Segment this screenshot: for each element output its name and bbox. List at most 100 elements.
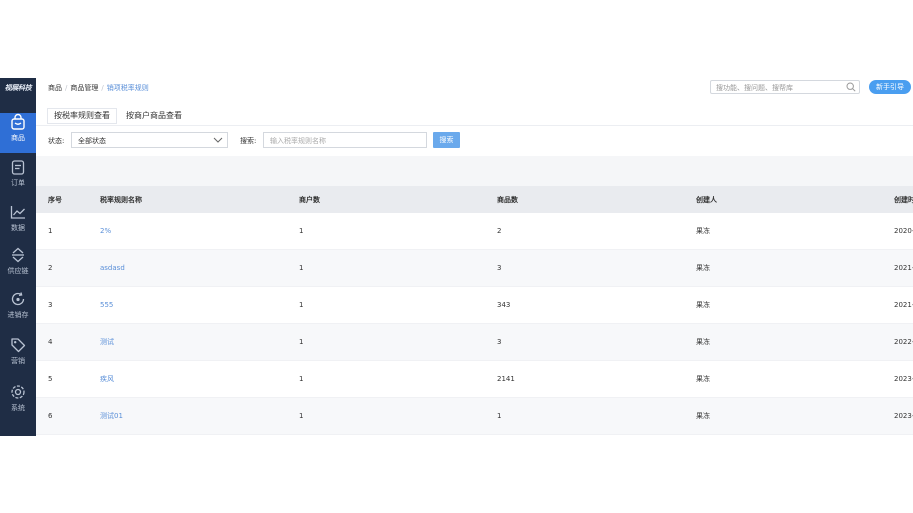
sidebar-item-marketing[interactable]: 营销 bbox=[0, 336, 36, 376]
table-row: 1 2% 1 2 果冻 2020- bbox=[36, 213, 913, 250]
search-button[interactable]: 搜索 bbox=[433, 132, 460, 148]
table-row: 6 测试01 1 1 果冻 2023- bbox=[36, 397, 913, 435]
chevron-down-icon bbox=[213, 137, 223, 143]
sidebar-item-label: 数据 bbox=[11, 224, 25, 232]
cell-index: 6 bbox=[36, 397, 88, 435]
rule-name-link[interactable]: 2% bbox=[100, 227, 111, 235]
order-doc-icon bbox=[11, 160, 25, 175]
main-content: 商品 / 商品管理 / 销项税率规则 搜功能、搜问题、搜帮库 新手引导 按税率规则查看 … bbox=[36, 78, 913, 436]
sidebar-item-data[interactable]: 数据 bbox=[0, 203, 36, 243]
rule-name-link[interactable]: 测试 bbox=[100, 338, 114, 346]
shopping-bag-icon bbox=[11, 113, 25, 130]
cell-rule-name: 疾风 bbox=[88, 360, 287, 398]
table-header-row: 序号 税率规则名称 商户数 商品数 创建人 创建时间 bbox=[36, 186, 913, 213]
column-header-goods-count: 商品数 bbox=[485, 186, 684, 213]
cell-merchant-count: 1 bbox=[287, 397, 485, 435]
cell-creator: 果冻 bbox=[684, 323, 882, 361]
sidebar-item-goods[interactable]: 商品 bbox=[0, 113, 40, 153]
tab-by-tax-rule[interactable]: 按税率规则查看 bbox=[48, 109, 116, 123]
cell-created-time: 2023- bbox=[882, 360, 913, 398]
cell-rule-name: asdasd bbox=[88, 249, 287, 287]
swap-arrows-icon bbox=[12, 247, 24, 263]
guide-button[interactable]: 新手引导 bbox=[869, 80, 911, 94]
cell-goods-count: 3 bbox=[485, 323, 684, 361]
keyword-filter-label: 搜索: bbox=[240, 137, 257, 145]
top-bar: 商品 / 商品管理 / 销项税率规则 搜功能、搜问题、搜帮库 新手引导 bbox=[36, 78, 913, 98]
column-header-created-time: 创建时间 bbox=[882, 186, 913, 213]
breadcrumb: 商品 / 商品管理 / 销项税率规则 bbox=[48, 83, 149, 93]
tax-rule-name-input[interactable]: 输入税率规则名称 bbox=[263, 132, 427, 148]
global-search-input[interactable]: 搜功能、搜问题、搜帮库 bbox=[710, 80, 860, 94]
refresh-box-icon bbox=[11, 292, 25, 306]
cell-index: 1 bbox=[36, 213, 88, 250]
cell-index: 4 bbox=[36, 323, 88, 361]
column-header-creator: 创建人 bbox=[684, 186, 882, 213]
table-row: 3 555 1 343 果冻 2021- bbox=[36, 286, 913, 324]
keyword-placeholder: 输入税率规则名称 bbox=[270, 137, 326, 145]
status-filter-label: 状态: bbox=[48, 137, 65, 145]
cell-rule-name: 555 bbox=[88, 286, 287, 324]
sidebar-item-label: 系统 bbox=[11, 404, 25, 412]
cell-goods-count: 2 bbox=[485, 213, 684, 250]
table-row: 4 测试 1 3 果冻 2022- bbox=[36, 323, 913, 361]
search-icon[interactable] bbox=[846, 82, 856, 92]
tag-icon bbox=[11, 338, 26, 353]
cell-index: 5 bbox=[36, 360, 88, 398]
search-placeholder: 搜功能、搜问题、搜帮库 bbox=[716, 84, 793, 92]
breadcrumb-item[interactable]: 商品管理 bbox=[70, 84, 98, 92]
sidebar: 视展科技 商品 订单 数据 供应链 进销存 营销 系统 bbox=[0, 78, 40, 436]
breadcrumb-current: 销项税率规则 bbox=[106, 84, 149, 92]
cell-creator: 果冻 bbox=[684, 360, 882, 398]
cell-merchant-count: 1 bbox=[287, 286, 485, 324]
rule-name-link[interactable]: asdasd bbox=[100, 264, 125, 272]
cell-creator: 果冻 bbox=[684, 249, 882, 287]
rule-name-link[interactable]: 555 bbox=[100, 301, 113, 309]
sidebar-item-label: 进销存 bbox=[7, 311, 29, 319]
status-select-value: 全部状态 bbox=[78, 137, 106, 145]
app-window: 视展科技 商品 订单 数据 供应链 进销存 营销 系统 商品 / 商品管理 / … bbox=[0, 78, 913, 436]
tax-rules-table: 序号 税率规则名称 商户数 商品数 创建人 创建时间 1 2% 1 2 果冻 2… bbox=[36, 186, 913, 435]
cell-merchant-count: 1 bbox=[287, 213, 485, 250]
sidebar-item-label: 订单 bbox=[11, 179, 25, 187]
cell-rule-name: 2% bbox=[88, 213, 287, 250]
cell-rule-name: 测试 bbox=[88, 323, 287, 361]
sidebar-item-label: 商品 bbox=[11, 134, 25, 142]
cell-creator: 果冻 bbox=[684, 286, 882, 324]
sidebar-item-system[interactable]: 系统 bbox=[0, 383, 36, 423]
rule-name-link[interactable]: 疾风 bbox=[100, 375, 114, 383]
cell-index: 3 bbox=[36, 286, 88, 324]
cell-goods-count: 3 bbox=[485, 249, 684, 287]
cell-rule-name: 测试01 bbox=[88, 397, 287, 435]
cell-creator: 果冻 bbox=[684, 397, 882, 435]
tab-divider bbox=[36, 125, 913, 126]
cell-merchant-count: 1 bbox=[287, 323, 485, 361]
cell-created-time: 2021- bbox=[882, 286, 913, 324]
cell-created-time: 2021- bbox=[882, 249, 913, 287]
cell-goods-count: 343 bbox=[485, 286, 684, 324]
cell-merchant-count: 1 bbox=[287, 249, 485, 287]
cell-created-time: 2022- bbox=[882, 323, 913, 361]
line-chart-icon bbox=[10, 206, 25, 219]
status-select[interactable]: 全部状态 bbox=[71, 132, 228, 148]
rule-name-link[interactable]: 测试01 bbox=[100, 412, 123, 420]
breadcrumb-separator: / bbox=[101, 84, 104, 92]
sidebar-item-inventory[interactable]: 进销存 bbox=[0, 290, 36, 330]
sidebar-item-supply-chain[interactable]: 供应链 bbox=[0, 246, 36, 286]
breadcrumb-item[interactable]: 商品 bbox=[48, 84, 62, 92]
cell-created-time: 2023- bbox=[882, 397, 913, 435]
cell-index: 2 bbox=[36, 249, 88, 287]
toolbar-area bbox=[36, 156, 913, 186]
table-row: 2 asdasd 1 3 果冻 2021- bbox=[36, 249, 913, 287]
cell-goods-count: 2141 bbox=[485, 360, 684, 398]
cell-created-time: 2020- bbox=[882, 213, 913, 250]
tab-by-merchant-goods[interactable]: 按商户商品查看 bbox=[126, 109, 182, 123]
column-header-merchant-count: 商户数 bbox=[287, 186, 485, 213]
cell-merchant-count: 1 bbox=[287, 360, 485, 398]
sidebar-item-label: 供应链 bbox=[7, 267, 29, 275]
sidebar-item-orders[interactable]: 订单 bbox=[0, 158, 36, 198]
brand-logo: 视展科技 bbox=[4, 84, 32, 92]
column-header-rule-name: 税率规则名称 bbox=[88, 186, 287, 213]
table-row: 5 疾风 1 2141 果冻 2023- bbox=[36, 360, 913, 398]
gear-icon bbox=[11, 385, 25, 399]
cell-goods-count: 1 bbox=[485, 397, 684, 435]
